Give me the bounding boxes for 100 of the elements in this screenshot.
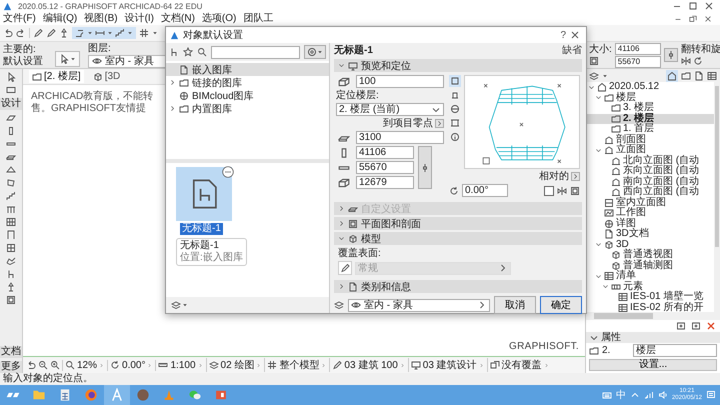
help-button[interactable]: ? <box>560 30 566 40</box>
undo-icon[interactable] <box>3 28 13 38</box>
menu-item[interactable]: 设计(I) <box>124 12 154 24</box>
overlay-icon[interactable] <box>490 360 500 370</box>
angle-field[interactable]: 0.00° <box>462 184 508 197</box>
status-value[interactable]: 03 建筑 100 <box>344 358 398 372</box>
navigator-item[interactable]: 普通轴测图 <box>586 260 714 271</box>
lamp-icon[interactable] <box>6 282 16 292</box>
status-value[interactable]: 整个模型 <box>279 358 320 372</box>
settings-button[interactable]: 设置... <box>589 359 717 371</box>
status-value[interactable]: 02 绘图 <box>220 358 254 372</box>
close-icon[interactable] <box>570 30 580 40</box>
y-size-field[interactable]: 55670 <box>356 161 414 174</box>
search-icon[interactable] <box>197 47 207 57</box>
ruler-icon[interactable] <box>158 360 168 370</box>
width-field[interactable]: 41106 <box>614 42 661 54</box>
library-item[interactable]: BIMcloud图库 <box>166 89 329 102</box>
navigator-item[interactable]: 2. 楼层 <box>586 114 714 124</box>
morph-icon[interactable] <box>6 178 16 188</box>
status-value[interactable]: 03 建筑设计 <box>422 358 477 372</box>
menu-item[interactable]: 文件(F) <box>3 12 36 24</box>
notification-icon[interactable] <box>706 390 716 400</box>
new-view-icon[interactable] <box>676 321 686 331</box>
chair-icon[interactable] <box>6 269 16 279</box>
undo-zoom-icon[interactable] <box>26 360 36 370</box>
steps-icon[interactable] <box>115 28 125 38</box>
arrow-button[interactable] <box>435 119 444 128</box>
close-icon[interactable] <box>704 14 712 22</box>
chain-button[interactable] <box>418 146 432 189</box>
maximize-icon[interactable] <box>688 1 698 11</box>
zone-icon[interactable] <box>6 295 16 305</box>
navigator-item[interactable]: 清单 <box>586 271 714 282</box>
library-manager-button[interactable] <box>170 299 189 311</box>
navigator-item[interactable]: 东向立面图 (自动 <box>586 166 714 176</box>
star-icon[interactable] <box>183 47 193 57</box>
mesh-icon[interactable] <box>6 256 16 266</box>
navigator-item[interactable]: 西向立面图 (自动 <box>586 187 714 198</box>
network-icon[interactable] <box>644 390 654 400</box>
mirror-icon[interactable] <box>680 56 691 66</box>
chain-button[interactable] <box>664 48 678 62</box>
pin-icon[interactable] <box>59 28 69 38</box>
story-dropdown[interactable]: 2. 楼层 (当前) <box>336 103 444 116</box>
menu-item[interactable]: 编辑(Q) <box>42 12 78 24</box>
status-value[interactable]: 1:100 <box>170 360 196 370</box>
navigator-item[interactable]: 2020.05.12 <box>586 82 714 92</box>
zoom-in-icon[interactable] <box>50 360 60 370</box>
rotate-icon[interactable] <box>692 56 703 66</box>
status-value[interactable]: 12% <box>77 360 98 370</box>
tree-options-icon[interactable] <box>589 70 599 80</box>
library-item[interactable]: 内置图库 <box>166 102 329 115</box>
section-header[interactable]: 属性 <box>586 332 720 343</box>
object-thumbnail[interactable] <box>176 167 232 221</box>
view-tab[interactable]: [3D <box>90 70 124 83</box>
menu-item[interactable]: 视图(B) <box>84 12 118 24</box>
navigator-item[interactable]: IES-01 墙壁一览 <box>586 292 714 302</box>
chevron-right-icon[interactable] <box>169 79 176 86</box>
zoom-out-icon[interactable] <box>38 360 48 370</box>
options-button[interactable] <box>304 45 326 59</box>
story-name-field[interactable]: 楼层 <box>633 344 717 357</box>
guide-icon[interactable] <box>95 28 105 38</box>
navigator-item[interactable]: 详图 <box>586 218 714 229</box>
chevron-down-icon[interactable] <box>595 241 602 248</box>
arrow-button[interactable] <box>571 172 580 181</box>
menu-item[interactable]: 选项(O) <box>202 12 236 24</box>
keyboard-icon[interactable] <box>602 390 612 400</box>
delete-icon[interactable] <box>706 321 716 331</box>
section-header[interactable]: 预览和定位 <box>334 59 582 72</box>
selector-button[interactable] <box>55 51 80 67</box>
navigator-item[interactable]: 北向立面图 (自动 <box>586 156 714 166</box>
chevron-down-icon[interactable] <box>602 283 609 290</box>
section-header[interactable]: 模型 <box>334 232 582 245</box>
restore-icon[interactable] <box>689 14 697 22</box>
menu-item[interactable]: 文档(N) <box>161 12 195 24</box>
view-mode-button[interactable] <box>449 117 461 129</box>
search-field[interactable] <box>211 46 300 58</box>
marquee-icon[interactable] <box>6 85 16 95</box>
grid-icon[interactable] <box>267 360 278 370</box>
roof-icon[interactable] <box>6 165 16 175</box>
navigator-item[interactable]: 剖面图 <box>586 134 714 145</box>
navigator-item[interactable]: 3D文档 <box>586 229 714 240</box>
object-icon[interactable] <box>169 47 179 57</box>
view-mode-button[interactable] <box>449 103 461 115</box>
railing-icon[interactable] <box>6 204 16 214</box>
library-item[interactable]: 嵌入图库 <box>166 63 329 76</box>
dialog-button[interactable]: 取消 <box>494 296 536 314</box>
chevron-down-icon[interactable] <box>595 272 602 280</box>
navigator-item[interactable]: 3. 楼层 <box>586 103 714 114</box>
section-header[interactable]: 平面图和剖面 <box>334 217 582 230</box>
grid-icon[interactable] <box>139 28 149 38</box>
object-name[interactable]: 无标题-1 <box>180 223 223 235</box>
layer-dropdown[interactable]: 室内 - 家具 <box>348 298 490 312</box>
mirror-checkbox[interactable] <box>544 186 554 196</box>
elevation-field[interactable]: 3100 <box>356 131 444 144</box>
layout-book-icon[interactable] <box>694 70 704 80</box>
navigator-item[interactable]: 元素 <box>586 282 714 292</box>
new-folder-icon[interactable] <box>691 321 701 331</box>
view-tab[interactable]: [2. 楼层] <box>29 70 84 83</box>
chevron-down-icon[interactable] <box>595 146 602 154</box>
navigator-item[interactable]: 楼层 <box>586 92 714 103</box>
navigator-item[interactable]: 1. 首层 <box>586 124 714 134</box>
